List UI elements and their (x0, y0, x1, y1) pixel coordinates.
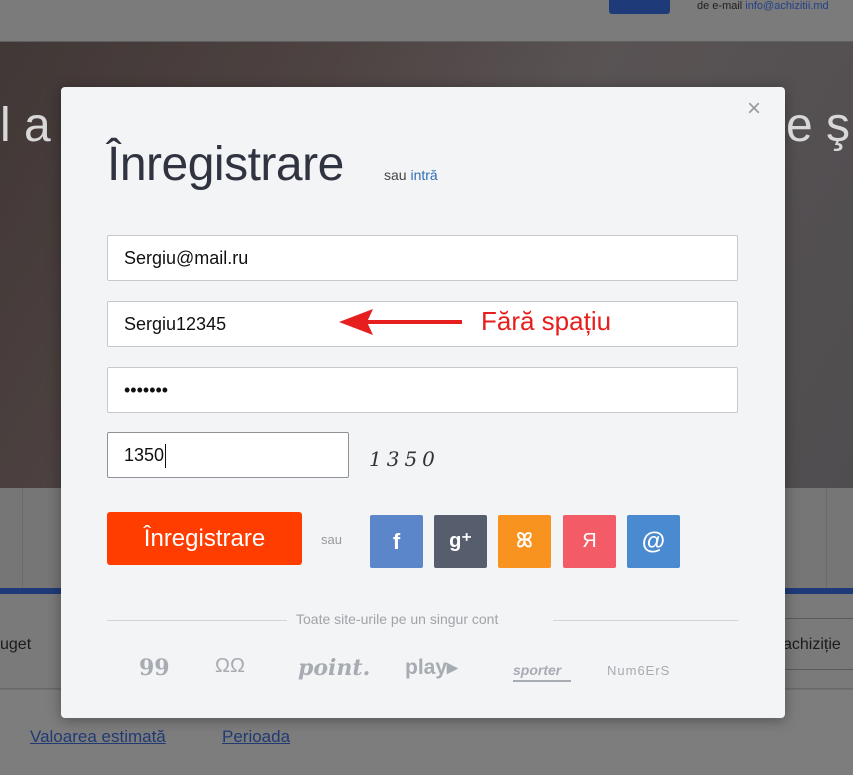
email-field[interactable]: Sergiu@mail.ru (107, 235, 738, 281)
text-caret (165, 444, 167, 469)
top-search-button[interactable] (609, 0, 670, 14)
numbers-logo[interactable]: Num6ErS (607, 663, 670, 678)
filter-budget-label: uget (0, 636, 32, 653)
yandex-icon[interactable]: Я (563, 515, 616, 568)
login-link[interactable]: intră (410, 167, 437, 183)
annotation-arrow-icon (339, 309, 462, 335)
quote-logo[interactable]: 99 (139, 655, 170, 681)
point-logo[interactable]: point. (298, 655, 370, 681)
annotation-text: Fără spațiu (481, 306, 612, 336)
password-field[interactable]: ••••••• (107, 367, 738, 413)
registration-modal: × Înregistrare sau intră Sergiu@mail.ru … (61, 87, 785, 718)
band-divider (826, 488, 827, 588)
mail-icon[interactable]: @ (627, 515, 680, 568)
sporter-logo[interactable]: sporter (513, 662, 572, 682)
or-text: sau (384, 167, 407, 183)
google-plus-icon[interactable]: g⁺ (434, 515, 487, 568)
contact-email-link[interactable]: info@achizitii.md (745, 0, 828, 12)
estimated-value-link[interactable]: Valoarea estimată (30, 727, 166, 747)
captcha-field[interactable]: 1350 (107, 432, 349, 478)
login-prompt: sau intră (384, 167, 438, 183)
hero-text-left: l a (0, 99, 51, 152)
captcha-value: 1350 (124, 445, 165, 465)
divider-line-left (107, 620, 287, 621)
close-icon[interactable]: × (747, 97, 761, 121)
contact-info: de e-mail info@achizitii.md (697, 0, 829, 12)
band-divider (22, 488, 23, 588)
play-logo[interactable]: play▸ (405, 655, 458, 680)
top-bar: de e-mail info@achizitii.md (0, 0, 853, 42)
modal-title: Înregistrare (107, 138, 344, 191)
hero-text-right: e şi (786, 99, 853, 152)
filter-procurement-label: achiziție (783, 636, 841, 653)
captcha-image: 1350 (369, 447, 440, 471)
odnoklassniki-icon[interactable]: ꕤ (498, 515, 551, 568)
people-logo[interactable]: ΩΩ (215, 655, 245, 678)
all-sites-caption: Toate site-urile pe un singur cont (296, 611, 499, 627)
or-social-text: sau (321, 532, 342, 547)
register-button[interactable]: Înregistrare (107, 512, 302, 565)
contact-prefix: de e-mail (697, 0, 746, 12)
divider-line-right (553, 620, 738, 621)
facebook-icon[interactable]: f (370, 515, 423, 568)
period-link[interactable]: Perioada (222, 727, 290, 747)
